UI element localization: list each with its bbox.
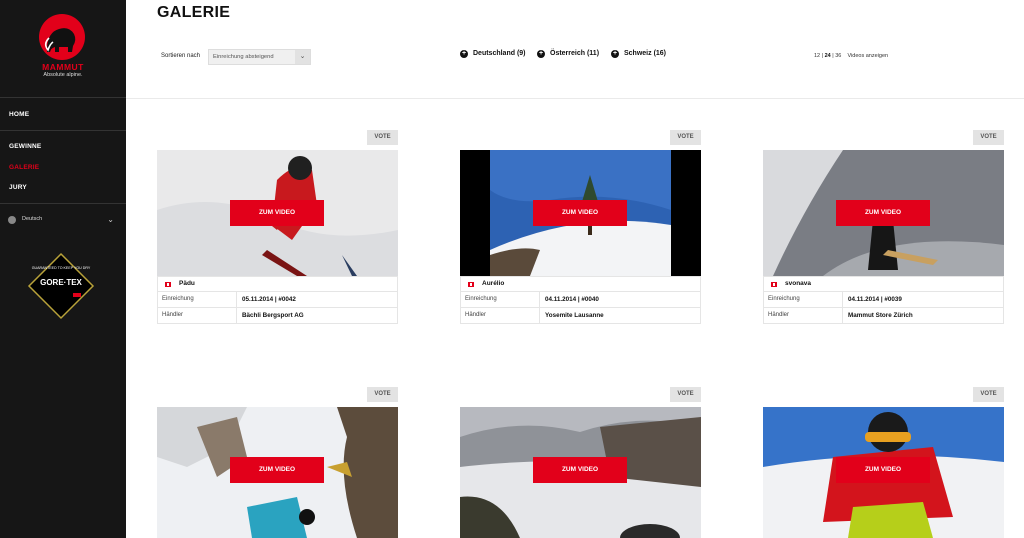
nav-jury[interactable]: JURY — [9, 184, 27, 191]
sort-value: Einreichung absteigend — [213, 54, 274, 60]
row-separator — [539, 292, 540, 307]
card-user-row: Aurélio — [460, 276, 701, 292]
language-label: Deutsch — [22, 216, 43, 222]
filter-label: Österreich (11) — [550, 50, 600, 57]
plus-icon: + — [537, 50, 545, 58]
video-thumbnail[interactable]: ZUM VIDEO — [763, 150, 1004, 276]
vote-button[interactable]: VOTE — [670, 130, 701, 145]
chevron-down-icon: ⌄ — [107, 215, 114, 224]
row-separator — [236, 292, 237, 307]
vote-button[interactable]: VOTE — [973, 387, 1004, 402]
sort-label: Sortieren nach — [161, 53, 201, 59]
nav-gewinne[interactable]: GEWINNE — [9, 143, 41, 150]
dealer-value: Bächli Bergsport AG — [242, 312, 304, 319]
card-dealer-row: Händler Yosemite Lausanne — [460, 308, 701, 324]
app-root: MAMMUT Absolute alpine. HOME GEWINNE GAL… — [0, 0, 1024, 538]
swiss-flag-icon — [468, 282, 474, 287]
dealer-label: Händler — [162, 312, 184, 318]
card-dealer-row: Händler Mammut Store Zürich — [763, 308, 1004, 324]
vote-button[interactable]: VOTE — [973, 130, 1004, 145]
watch-video-button[interactable]: ZUM VIDEO — [836, 457, 930, 483]
nav-divider — [0, 203, 126, 204]
header-divider — [126, 98, 1024, 99]
video-thumbnail[interactable]: ZUM VIDEO — [460, 407, 701, 538]
row-separator — [539, 308, 540, 323]
dealer-value: Mammut Store Zürich — [848, 312, 913, 319]
watch-video-button[interactable]: ZUM VIDEO — [230, 200, 324, 226]
video-thumbnail[interactable]: ZUM VIDEO — [157, 150, 398, 276]
goretex-title: GORE·TEX — [40, 278, 82, 287]
plus-icon: + — [460, 50, 468, 58]
card-dealer-row: Händler Bächli Bergsport AG — [157, 308, 398, 324]
card-username[interactable]: svonava — [785, 280, 811, 287]
page-title: GALERIE — [157, 4, 231, 21]
vote-button[interactable]: VOTE — [367, 387, 398, 402]
nav-galerie[interactable]: GALERIE — [9, 164, 39, 171]
dealer-label: Händler — [768, 312, 790, 318]
sort-select[interactable]: Einreichung absteigend ⌄ — [208, 49, 311, 65]
filter-deutschland[interactable]: + Deutschland (9) — [460, 50, 540, 60]
swiss-flag-icon — [165, 282, 171, 287]
filter-schweiz[interactable]: + Schweiz (16) — [611, 50, 681, 60]
brand-tagline: Absolute alpine. — [43, 72, 83, 78]
submitted-label: Einreichung — [162, 296, 194, 302]
watch-video-button[interactable]: ZUM VIDEO — [836, 200, 930, 226]
video-card: VOTE ZUM VIDEO Aurélio Einreichung 04.11… — [460, 130, 701, 330]
video-card: VOTE ZUM VIDEO — [157, 387, 398, 538]
plus-icon: + — [611, 50, 619, 58]
page-size-12[interactable]: 12 — [814, 53, 820, 59]
video-thumbnail[interactable]: ZUM VIDEO — [460, 150, 701, 276]
card-submitted-row: Einreichung 05.11.2014 | #0042 — [157, 292, 398, 308]
pager-suffix — [843, 53, 846, 59]
video-card: VOTE ZUM VIDEO — [763, 387, 1004, 538]
card-user-row: Pädu — [157, 276, 398, 292]
card-user-row: svonava — [763, 276, 1004, 292]
submitted-label: Einreichung — [768, 296, 800, 302]
goretex-badge: GUARANTEED TO KEEP YOU DRY GORE·TEX — [27, 252, 95, 320]
submitted-label: Einreichung — [465, 296, 497, 302]
swiss-flag-icon — [771, 282, 777, 287]
watch-video-button[interactable]: ZUM VIDEO — [230, 457, 324, 483]
row-separator — [236, 308, 237, 323]
brand-logo[interactable]: MAMMUT Absolute alpine. — [0, 0, 126, 98]
submitted-value: 04.11.2014 | #0040 — [545, 296, 599, 303]
row-separator — [842, 292, 843, 307]
card-username[interactable]: Pädu — [179, 280, 195, 287]
watch-video-button[interactable]: ZUM VIDEO — [533, 200, 627, 226]
card-username[interactable]: Aurélio — [482, 280, 504, 287]
submitted-value: 04.11.2014 | #0039 — [848, 296, 902, 303]
dealer-label: Händler — [465, 312, 487, 318]
brand-name: MAMMUT — [42, 62, 84, 72]
page-size-36[interactable]: 36 — [835, 53, 841, 59]
nav-divider — [0, 130, 126, 131]
filter-oesterreich[interactable]: + Österreich (11) — [537, 50, 612, 60]
chevron-down-icon: ⌄ — [295, 50, 310, 64]
video-thumbnail[interactable]: ZUM VIDEO — [157, 407, 398, 538]
filter-label: Schweiz (16) — [624, 50, 667, 57]
card-submitted-row: Einreichung 04.11.2014 | #0039 — [763, 292, 1004, 308]
pager-suffix-label: Videos anzeigen — [847, 53, 889, 59]
sidebar: MAMMUT Absolute alpine. HOME GEWINNE GAL… — [0, 0, 126, 538]
card-submitted-row: Einreichung 04.11.2014 | #0040 — [460, 292, 701, 308]
mammoth-logo-icon — [39, 14, 85, 60]
video-thumbnail[interactable]: ZUM VIDEO — [763, 407, 1004, 538]
filter-label: Deutschland (9) — [473, 50, 526, 57]
video-card: VOTE ZUM VIDEO svonava Einreichung 04.11… — [763, 130, 1004, 330]
page-size-24[interactable]: 24 — [825, 53, 831, 59]
goretex-guarantee: GUARANTEED TO KEEP YOU DRY — [31, 266, 91, 270]
vote-button[interactable]: VOTE — [367, 130, 398, 145]
dealer-value: Yosemite Lausanne — [545, 312, 604, 319]
nav-home[interactable]: HOME — [9, 111, 29, 118]
video-card: VOTE ZUM VIDEO — [460, 387, 701, 538]
page-size-selector: 12 | 24 | 36 Videos anzeigen — [814, 53, 888, 59]
row-separator — [842, 308, 843, 323]
video-card: VOTE ZUM VIDEO Pädu Einreichung 05.11.20… — [157, 130, 398, 330]
vote-button[interactable]: VOTE — [670, 387, 701, 402]
globe-icon — [8, 216, 16, 224]
watch-video-button[interactable]: ZUM VIDEO — [533, 457, 627, 483]
submitted-value: 05.11.2014 | #0042 — [242, 296, 296, 303]
language-selector[interactable]: Deutsch ⌄ — [8, 215, 118, 225]
